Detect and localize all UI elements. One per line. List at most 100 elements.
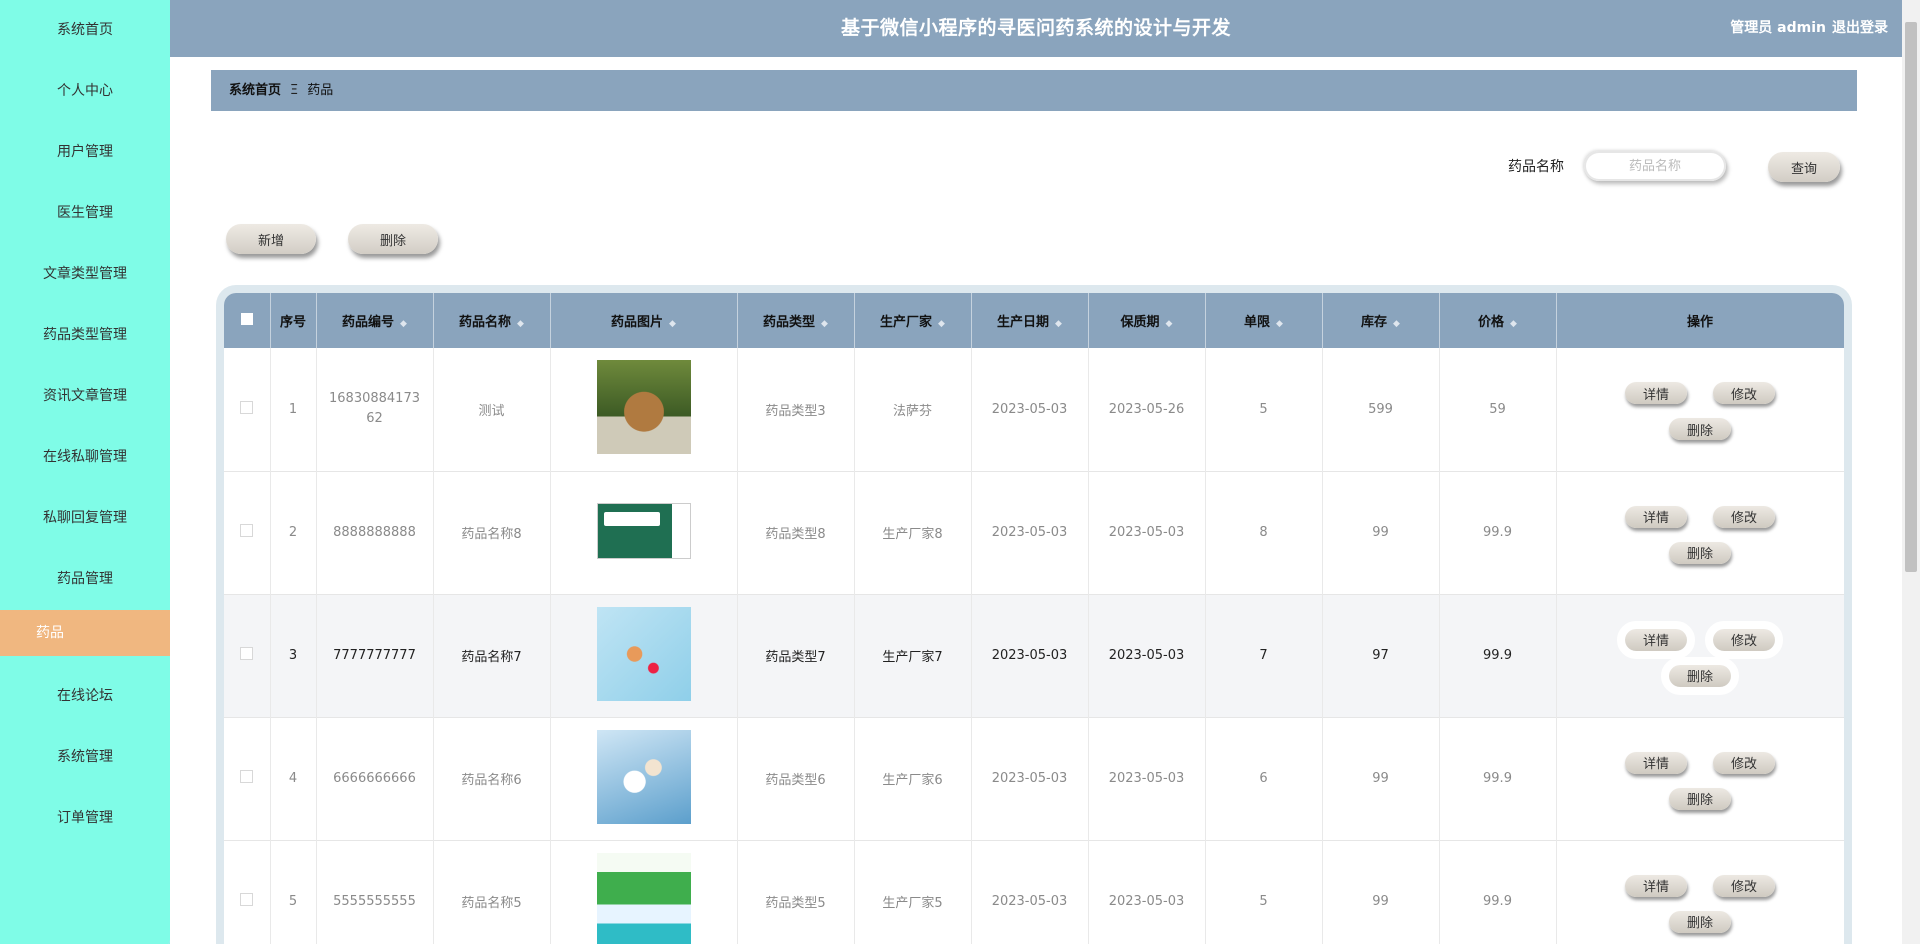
header-price[interactable]: 价格 ◆ [1439, 293, 1557, 348]
sidebar-item-chat-replies[interactable]: 私聊回复管理 [0, 488, 170, 549]
table-row[interactable]: 1 1683088417362 测试 药品类型3 法萨芬 2023-05-03 … [224, 348, 1844, 471]
cell-image [550, 471, 738, 594]
table-header-row: 序号 药品编号 ◆ 药品名称 ◆ 药品图片 ◆ 药品类型 ◆ 生产厂家 ◆ 生产日期 ◆ 保… [224, 293, 1844, 348]
row-checkbox[interactable] [240, 400, 254, 414]
edit-button[interactable]: 修改 [1713, 505, 1775, 528]
pills-blue-image[interactable] [596, 729, 691, 824]
row-checkbox[interactable] [240, 893, 254, 906]
table-row[interactable]: 3 7777777777 药品名称7 药品类型7 生产厂家7 2023-05-0… [224, 594, 1844, 717]
header-image[interactable]: 药品图片 ◆ [550, 293, 738, 348]
scrollbar-thumb[interactable] [1905, 22, 1917, 572]
header-stock-label: 库存 [1361, 315, 1388, 330]
row-checkbox[interactable] [240, 770, 254, 783]
sort-icon[interactable]: ◆ [1510, 319, 1517, 329]
header-code[interactable]: 药品编号 ◆ [316, 293, 434, 348]
row-select-cell[interactable] [224, 348, 271, 471]
edit-button[interactable]: 修改 [1705, 620, 1783, 659]
header-name[interactable]: 药品名称 ◆ [433, 293, 551, 348]
rabbit-photo-image[interactable] [596, 360, 691, 455]
sidebar-item-profile[interactable]: 个人中心 [0, 61, 170, 122]
sort-icon[interactable]: ◆ [938, 319, 945, 329]
sort-icon[interactable]: ◆ [1055, 319, 1062, 329]
header-type[interactable]: 药品类型 ◆ [737, 293, 855, 348]
detail-button[interactable]: 详情 [1625, 751, 1687, 774]
table-row[interactable]: 2 8888888888 药品名称8 药品类型8 生产厂家8 2023-05-0… [224, 471, 1844, 594]
sidebar-item-doctors[interactable]: 医生管理 [0, 183, 170, 244]
header-price-label: 价格 [1478, 315, 1505, 330]
cell-name: 药品名称6 [433, 717, 551, 840]
sidebar-item-users[interactable]: 用户管理 [0, 122, 170, 183]
edit-button[interactable]: 修改 [1713, 874, 1775, 897]
batch-delete-button[interactable]: 删除 [348, 224, 438, 254]
cell-date: 2023-05-03 [971, 717, 1089, 840]
cell-limit: 8 [1205, 471, 1323, 594]
query-button[interactable]: 查询 [1768, 152, 1840, 182]
cell-image [550, 717, 738, 840]
table-row[interactable]: 4 6666666666 药品名称6 药品类型6 生产厂家6 2023-05-0… [224, 717, 1844, 840]
row-checkbox[interactable] [240, 647, 254, 660]
header-maker[interactable]: 生产厂家 ◆ [854, 293, 972, 348]
delete-button[interactable]: 删除 [1669, 418, 1731, 441]
sidebar-item-medicine-management[interactable]: 药品管理 [0, 549, 170, 610]
capsules-spoon-image[interactable] [596, 606, 691, 701]
cell-expiry: 2023-05-03 [1088, 840, 1206, 944]
sort-icon[interactable]: ◆ [517, 319, 524, 329]
row-select-cell[interactable] [224, 717, 271, 840]
sort-icon[interactable]: ◆ [669, 319, 676, 329]
delete-button[interactable]: 删除 [1669, 787, 1731, 810]
cell-limit: 5 [1205, 840, 1323, 944]
cell-index: 3 [270, 594, 317, 717]
medicine-box-image[interactable] [596, 502, 691, 559]
cell-type: 药品类型3 [737, 348, 855, 471]
green-box-image[interactable] [596, 852, 691, 944]
sidebar-item-medicine-types[interactable]: 药品类型管理 [0, 305, 170, 366]
sort-icon[interactable]: ◆ [821, 319, 828, 329]
header-expiry[interactable]: 保质期 ◆ [1088, 293, 1206, 348]
header-limit[interactable]: 单限 ◆ [1205, 293, 1323, 348]
header-image-label: 药品图片 [611, 315, 664, 330]
cell-date: 2023-05-03 [971, 594, 1089, 717]
sidebar-item-home[interactable]: 系统首页 [0, 0, 170, 61]
select-all-checkbox[interactable] [240, 312, 253, 325]
row-checkbox[interactable] [240, 524, 254, 537]
user-label: 管理员 admin [1730, 20, 1826, 36]
detail-button[interactable]: 详情 [1625, 874, 1687, 897]
sidebar-item-online-chat[interactable]: 在线私聊管理 [0, 427, 170, 488]
sidebar-item-news-articles[interactable]: 资讯文章管理 [0, 366, 170, 427]
logout-link[interactable]: 退出登录 [1832, 20, 1888, 36]
detail-button[interactable]: 详情 [1625, 382, 1687, 405]
sort-icon[interactable]: ◆ [1166, 319, 1173, 329]
table-row[interactable]: 5 5555555555 药品名称5 药品类型5 生产厂家5 2023-05-0… [224, 840, 1844, 944]
cell-image [550, 840, 738, 944]
sidebar-item-article-types[interactable]: 文章类型管理 [0, 244, 170, 305]
sort-icon[interactable]: ◆ [1393, 319, 1400, 329]
breadcrumb-home[interactable]: 系统首页 [229, 83, 281, 98]
sidebar-item-forum[interactable]: 在线论坛 [0, 666, 170, 727]
row-select-cell[interactable] [224, 471, 271, 594]
header-expiry-label: 保质期 [1120, 315, 1160, 330]
detail-button[interactable]: 详情 [1625, 505, 1687, 528]
search-input[interactable] [1584, 151, 1726, 181]
row-select-cell[interactable] [224, 594, 271, 717]
detail-button[interactable]: 详情 [1617, 620, 1695, 659]
header-date[interactable]: 生产日期 ◆ [971, 293, 1089, 348]
sidebar-item-orders[interactable]: 订单管理 [0, 788, 170, 849]
cell-expiry: 2023-05-03 [1088, 717, 1206, 840]
edit-button[interactable]: 修改 [1713, 382, 1775, 405]
app-title: 基于微信小程序的寻医问药系统的设计与开发 [840, 17, 1231, 39]
cell-code: 7777777777 [316, 594, 434, 717]
header-select-all[interactable] [224, 293, 271, 348]
delete-button[interactable]: 删除 [1669, 910, 1731, 933]
header-stock[interactable]: 库存 ◆ [1322, 293, 1440, 348]
cell-date: 2023-05-03 [971, 471, 1089, 594]
row-select-cell[interactable] [224, 840, 271, 944]
delete-button[interactable]: 删除 [1669, 541, 1731, 564]
edit-button[interactable]: 修改 [1713, 751, 1775, 774]
add-button[interactable]: 新增 [226, 224, 316, 254]
sort-icon[interactable]: ◆ [1276, 319, 1283, 329]
page-scrollbar[interactable] [1902, 0, 1920, 944]
sidebar-item-medicine[interactable]: 药品 [0, 610, 170, 656]
delete-button[interactable]: 删除 [1661, 656, 1739, 695]
sidebar-item-system[interactable]: 系统管理 [0, 727, 170, 788]
sort-icon[interactable]: ◆ [400, 319, 407, 329]
